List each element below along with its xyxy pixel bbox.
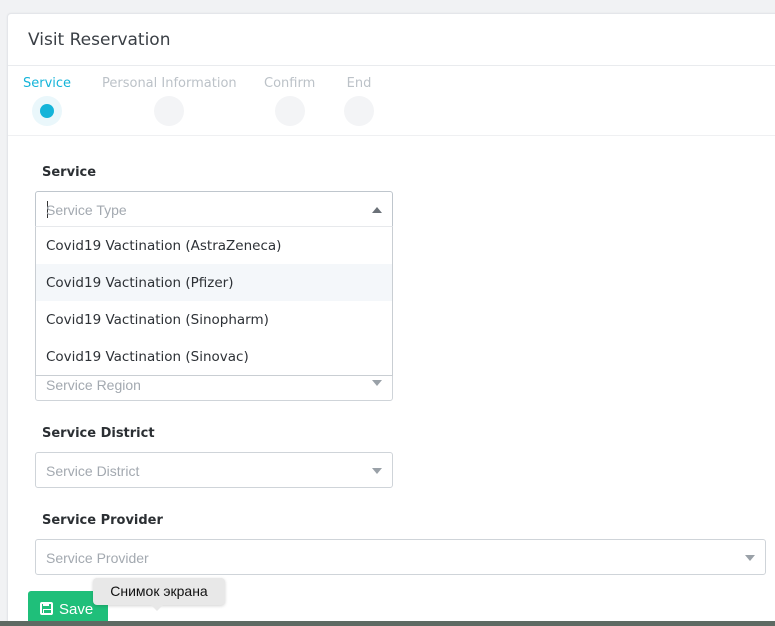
step-label: End (346, 76, 372, 91)
stepper: Service Personal Information Confirm End (8, 66, 775, 136)
window-bottom-edge (0, 621, 775, 626)
service-type-dropdown: Covid19 Vactination (AstraZeneca) Covid1… (35, 226, 393, 376)
service-district-label: Service District (42, 426, 155, 441)
service-provider-placeholder: Service Provider (46, 550, 149, 566)
caret-down-icon (372, 380, 382, 386)
screen: Visit Reservation Service Personal Infor… (0, 0, 775, 626)
service-district-placeholder: Service District (46, 463, 140, 479)
service-label: Service (42, 165, 97, 180)
option-pfizer[interactable]: Covid19 Vactination (Pfizer) (36, 264, 392, 301)
option-sinovac[interactable]: Covid19 Vactination (Sinovac) (36, 338, 392, 375)
save-label: Save (59, 601, 94, 618)
service-region-placeholder: Service Region (46, 377, 141, 393)
service-provider-select[interactable]: Service Provider (35, 539, 766, 575)
step-label: Confirm (264, 76, 316, 91)
step-end[interactable]: End (344, 76, 374, 126)
step-service[interactable]: Service (23, 76, 71, 126)
step-indicator (274, 96, 305, 126)
step-indicator (154, 96, 185, 126)
service-provider-label: Service Provider (42, 513, 163, 528)
caret-down-icon (745, 555, 755, 561)
caret-down-icon (372, 468, 382, 474)
service-type-select[interactable]: Service Type (35, 191, 393, 227)
service-type-placeholder: Service Type (46, 202, 127, 218)
step-personal-information[interactable]: Personal Information (102, 76, 237, 126)
option-astrazeneca[interactable]: Covid19 Vactination (AstraZeneca) (36, 227, 392, 264)
step-confirm[interactable]: Confirm (264, 76, 315, 126)
step-label: Service (23, 76, 72, 91)
floppy-disk-icon (40, 602, 53, 615)
service-district-select[interactable]: Service District (35, 452, 393, 488)
card-header: Visit Reservation (8, 14, 775, 66)
option-sinopharm[interactable]: Covid19 Vactination (Sinopharm) (36, 301, 392, 338)
page-title: Visit Reservation (28, 30, 171, 50)
caret-up-icon[interactable] (372, 207, 382, 213)
step-indicator (344, 96, 374, 126)
screenshot-tooltip: Снимок экрана (93, 578, 225, 611)
step-label: Personal Information (102, 76, 237, 91)
step-indicator-active (32, 96, 63, 126)
